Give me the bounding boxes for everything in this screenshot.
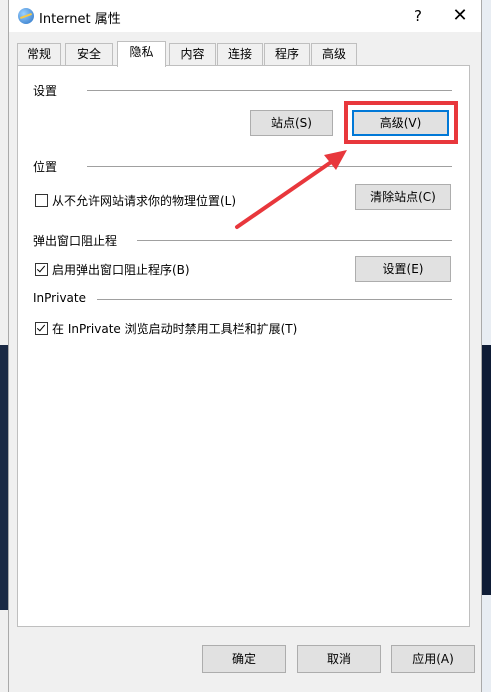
annotation-arrow — [235, 150, 347, 229]
ok-button[interactable]: 确定 — [202, 645, 286, 673]
internet-properties-dialog: Internet 属性 ? ✕ 常规 安全 隐私 内容 连接 程序 高级 设置 … — [8, 0, 482, 692]
tab-privacy[interactable]: 隐私 — [117, 41, 166, 67]
apply-button[interactable]: 应用(A) — [391, 645, 475, 673]
cancel-button[interactable]: 取消 — [297, 645, 381, 673]
